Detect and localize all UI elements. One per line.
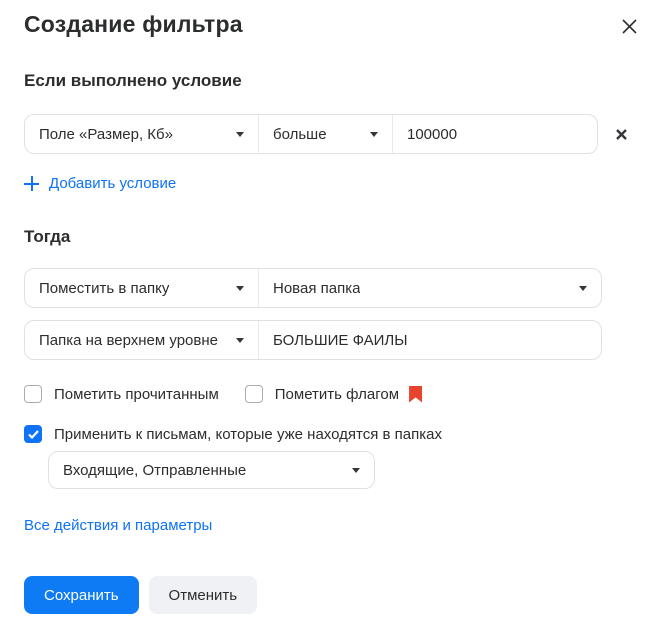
condition-value-cell	[393, 115, 597, 153]
cancel-button[interactable]: Отменить	[148, 576, 258, 614]
chevron-down-icon	[370, 131, 378, 137]
chevron-down-icon	[579, 285, 587, 291]
mark-options-row: Пометить прочитанным Пометить флагом	[24, 385, 634, 403]
close-icon	[621, 18, 637, 34]
folder-name-input[interactable]	[273, 321, 587, 359]
remove-condition-button[interactable]	[608, 121, 634, 147]
chevron-down-icon	[352, 467, 360, 473]
folder-level-value: Папка на верхнем уровне	[39, 331, 218, 349]
condition-row: Поле «Размер, Кб» больше	[24, 114, 634, 154]
condition-section-heading: Если выполнено условие	[24, 71, 242, 90]
mark-flag-checkbox[interactable]	[244, 385, 263, 403]
chevron-down-icon	[236, 337, 244, 343]
folder-row: Папка на верхнем уровне	[24, 320, 634, 360]
chevron-down-icon	[236, 131, 244, 137]
target-folder-select[interactable]: Новая папка	[259, 269, 601, 307]
mark-flag-label: Пометить флагом	[274, 385, 400, 403]
dialog-footer: Сохранить Отменить	[24, 576, 634, 614]
folder-row-box: Папка на верхнем уровне	[24, 320, 602, 360]
chevron-down-icon	[236, 285, 244, 291]
apply-folders-select[interactable]: Входящие, Отправленные	[48, 451, 375, 489]
plus-icon	[24, 176, 39, 191]
apply-folders-segment[interactable]: Входящие, Отправленные	[49, 452, 374, 488]
dialog-header: Создание фильтра	[24, 0, 637, 38]
close-button[interactable]	[617, 14, 641, 38]
apply-folders-value: Входящие, Отправленные	[63, 461, 247, 479]
action-row: Поместить в папку Новая папка	[24, 268, 634, 308]
folder-name-cell	[259, 321, 601, 359]
create-filter-dialog: Создание фильтра Если выполнено условие …	[0, 0, 658, 614]
all-actions-link[interactable]: Все действия и параметры	[24, 517, 212, 534]
mark-read-label: Пометить прочитанным	[54, 385, 219, 403]
remove-condition-icon	[615, 128, 627, 140]
condition-field-select[interactable]: Поле «Размер, Кб»	[25, 115, 259, 153]
save-button[interactable]: Сохранить	[24, 576, 139, 614]
apply-existing-option[interactable]: Применить к письмам, которые уже находят…	[24, 425, 442, 443]
apply-existing-row: Применить к письмам, которые уже находят…	[24, 425, 634, 443]
add-condition-label: Добавить условие	[49, 175, 177, 192]
action-row-box: Поместить в папку Новая папка	[24, 268, 602, 308]
action-type-select[interactable]: Поместить в папку	[25, 269, 259, 307]
condition-field-value: Поле «Размер, Кб»	[39, 125, 173, 143]
mark-read-option[interactable]: Пометить прочитанным	[24, 385, 219, 403]
flag-icon	[409, 385, 423, 403]
condition-operator-value: больше	[273, 125, 327, 143]
check-icon	[27, 429, 39, 439]
action-type-value: Поместить в папку	[39, 279, 170, 297]
target-folder-value: Новая папка	[273, 279, 361, 297]
add-condition-link[interactable]: Добавить условие	[24, 175, 176, 192]
mark-flag-option[interactable]: Пометить флагом	[244, 385, 423, 403]
mark-read-checkbox[interactable]	[24, 385, 42, 403]
apply-existing-checkbox[interactable]	[24, 425, 42, 443]
condition-operator-select[interactable]: больше	[259, 115, 393, 153]
condition-value-input[interactable]	[407, 115, 584, 153]
condition-row-box: Поле «Размер, Кб» больше	[24, 114, 599, 154]
dialog-title: Создание фильтра	[24, 11, 243, 37]
apply-existing-label: Применить к письмам, которые уже находят…	[54, 425, 442, 443]
folder-level-select[interactable]: Папка на верхнем уровне	[25, 321, 259, 359]
action-section-heading: Тогда	[24, 227, 71, 246]
